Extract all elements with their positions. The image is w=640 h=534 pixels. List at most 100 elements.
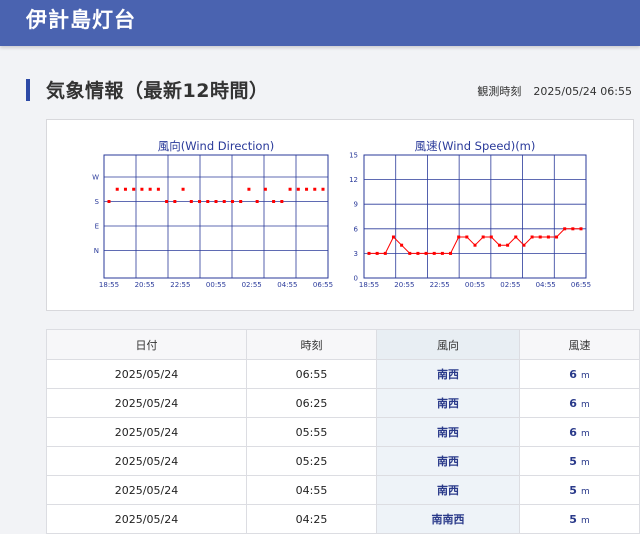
data-point [305, 187, 309, 191]
table-row: 2025/05/24 04:25 南南西 5 m [46, 504, 640, 534]
speed-unit: m [580, 428, 590, 439]
data-point [391, 235, 395, 239]
data-point [296, 187, 300, 191]
cell-direction: 南南西 [376, 504, 520, 534]
speed-value: 6 [569, 367, 577, 381]
speed-value: 6 [569, 425, 577, 439]
data-point [408, 251, 412, 255]
speed-value: 5 [569, 512, 577, 526]
cell-direction: 南西 [376, 475, 520, 505]
data-point [506, 243, 510, 247]
data-point [272, 200, 276, 203]
data-point [546, 235, 550, 239]
data-point [481, 235, 485, 239]
section-header: 気象情報（最新12時間） 観測時刻 2025/05/24 06:55 [26, 76, 640, 104]
data-point [263, 187, 267, 191]
observation-table: 日付 時刻 風向 風速 2025/05/24 06:55 南西 6 m 2025/05/2… [46, 329, 640, 534]
chart-title: 風向(Wind Direction) [158, 139, 274, 153]
data-point [115, 187, 119, 191]
y-tick-label: N [94, 247, 99, 255]
cell-date: 2025/05/24 [46, 359, 247, 389]
cell-direction: 南西 [376, 388, 520, 418]
speed-unit: m [580, 457, 590, 468]
x-tick-label: 20:55 [394, 281, 414, 289]
speed-unit: m [580, 399, 590, 410]
data-point [424, 251, 428, 255]
data-point [449, 251, 453, 255]
data-point [416, 251, 420, 255]
table-row: 2025/05/24 04:55 南西 5 m [46, 475, 640, 505]
data-point [383, 251, 387, 255]
cell-speed: 6m [519, 388, 640, 418]
data-point [140, 187, 144, 191]
cell-speed: 5m [519, 446, 640, 476]
x-tick-label: 20:55 [135, 281, 155, 289]
data-point [400, 243, 404, 247]
section-accent-bar [26, 79, 30, 101]
cell-speed: 5m [519, 504, 640, 534]
data-point [514, 235, 518, 239]
data-point [432, 251, 436, 255]
speed-unit: m [580, 515, 590, 526]
data-point [367, 251, 371, 255]
y-tick-label: S [95, 198, 100, 206]
cell-speed: 5m [519, 475, 640, 505]
data-point [530, 235, 534, 239]
x-tick-label: 00:55 [206, 281, 226, 289]
cell-speed: 6m [519, 417, 640, 447]
data-point [165, 200, 169, 203]
data-point [538, 235, 542, 239]
data-point [288, 187, 292, 191]
cell-date: 2025/05/24 [46, 388, 247, 418]
data-point [321, 187, 325, 191]
x-tick-label: 06:55 [571, 281, 591, 289]
data-point [222, 200, 226, 203]
y-tick-label: 15 [349, 152, 358, 160]
table-row: 2025/05/24 06:55 南西 6 m [46, 359, 640, 389]
y-tick-label: 6 [354, 225, 359, 233]
x-tick-label: 00:55 [465, 281, 485, 289]
data-point [280, 200, 284, 203]
chart-panel: 18:55 20:55 22:55 00:55 02:55 04:55 06:55 風向(Wi… [46, 119, 634, 311]
x-tick-label: 06:55 [313, 281, 333, 289]
cell-direction: 南西 [376, 417, 520, 447]
data-point [571, 227, 575, 231]
x-tick-label: 04:55 [536, 281, 556, 289]
data-point [123, 187, 127, 191]
cell-time: 04:55 [246, 475, 377, 505]
cell-time: 05:25 [246, 446, 377, 476]
data-point [497, 243, 501, 247]
data-point [107, 200, 111, 203]
speed-value: 6 [569, 396, 577, 410]
x-tick-label: 04:55 [277, 281, 297, 289]
table-header-row: 日付 時刻 風向 風速 [46, 329, 640, 360]
table-row: 2025/05/24 05:25 南西 5 m [46, 446, 640, 476]
speed-value: 5 [569, 454, 577, 468]
table-row: 2025/05/24 05:55 南西 6 m [46, 417, 640, 447]
data-point [198, 200, 202, 203]
speed-unit: m [580, 370, 590, 381]
data-point [375, 251, 379, 255]
cell-time: 04:25 [246, 504, 377, 534]
data-point [181, 187, 185, 191]
data-point [563, 227, 567, 231]
data-point [206, 200, 210, 203]
cell-time: 06:25 [246, 388, 377, 418]
y-tick-label: E [95, 223, 99, 231]
x-tick-label: 22:55 [430, 281, 450, 289]
data-point [230, 200, 234, 203]
x-tick-label: 18:55 [359, 281, 379, 289]
data-point [239, 200, 243, 203]
y-tick-label: 12 [349, 176, 358, 184]
cell-speed: 6m [519, 359, 640, 389]
top-bar: 伊計島灯台 [0, 0, 640, 46]
cell-date: 2025/05/24 [46, 417, 247, 447]
table-row: 2025/05/24 06:25 南西 6 m [46, 388, 640, 418]
data-point [214, 200, 218, 203]
y-tick-label: W [92, 174, 99, 182]
observation-time-value: 2025/05/24 06:55 [533, 85, 632, 98]
cell-time: 06:55 [246, 359, 377, 389]
charts-svg: 18:55 20:55 22:55 00:55 02:55 04:55 06:55 風向(Wi… [92, 139, 591, 289]
x-tick-label: 02:55 [242, 281, 262, 289]
section-title: 気象情報（最新12時間） [46, 80, 269, 102]
